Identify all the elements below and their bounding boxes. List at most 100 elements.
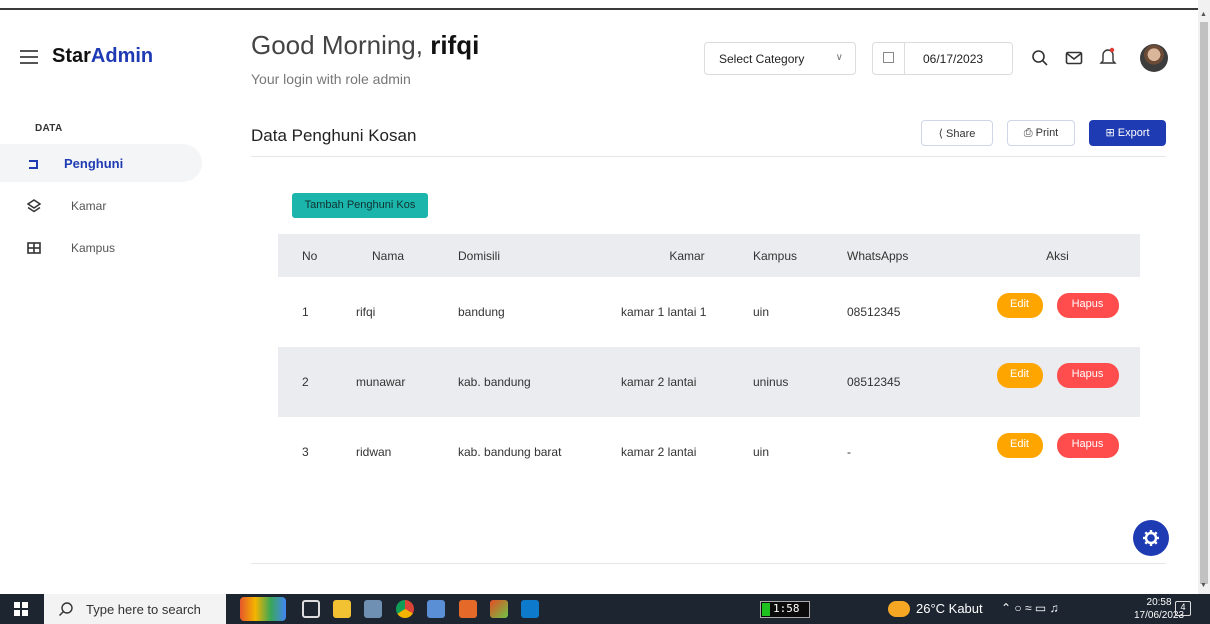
- col-header-nama: Nama: [356, 234, 458, 277]
- cell-aksi: Edit Hapus: [975, 347, 1140, 417]
- gear-icon: [1143, 530, 1159, 546]
- cell-aksi: Edit Hapus: [975, 417, 1140, 487]
- weather-icon: [888, 601, 910, 617]
- sidebar-section-title: DATA: [35, 123, 63, 134]
- chrome-icon[interactable]: [396, 600, 414, 618]
- user-avatar[interactable]: [1140, 44, 1168, 72]
- brand-logo[interactable]: StarAdmin: [52, 45, 153, 68]
- search-icon[interactable]: [1031, 49, 1049, 67]
- cell-whatsapp: 08512345: [847, 305, 901, 319]
- cell-domisili: bandung: [458, 305, 505, 319]
- export-label: Export: [1117, 127, 1150, 139]
- vscode-icon[interactable]: [521, 600, 539, 618]
- tray-icons[interactable]: ⌃ ○ ≈ ▭ ♫: [1001, 601, 1059, 615]
- export-icon: ⊞: [1105, 127, 1115, 139]
- sidebar-item-kamar[interactable]: Kamar: [0, 187, 202, 225]
- export-button[interactable]: ⊞ Export: [1089, 120, 1166, 146]
- print-button[interactable]: ⎙ Print: [1007, 120, 1075, 146]
- notification-center[interactable]: 4: [1175, 601, 1191, 616]
- cell-kamar: kamar 1 lantai 1: [621, 305, 707, 319]
- table-header-row: No Nama Domisili Kamar Kampus WhatsApps …: [278, 234, 1140, 277]
- cell-kampus: uninus: [753, 347, 847, 417]
- file-explorer-icon[interactable]: [333, 600, 351, 618]
- brand-part2: Admin: [90, 45, 154, 67]
- settings-fab[interactable]: [1133, 520, 1169, 556]
- cell-no: 1: [302, 305, 309, 319]
- share-label: Share: [946, 128, 976, 140]
- battery-indicator: 1:58: [760, 601, 810, 618]
- share-button[interactable]: ⟨ Share: [921, 120, 993, 146]
- delete-button[interactable]: Hapus: [1056, 433, 1119, 458]
- date-picker[interactable]: 06/17/2023: [872, 42, 1013, 75]
- cell-domisili: kab. bandung barat: [458, 445, 562, 459]
- page-title: Data Penghuni Kosan: [251, 126, 417, 145]
- greeting-text: Good Morning,: [251, 30, 423, 60]
- cell-no: 3: [302, 445, 309, 459]
- edit-button[interactable]: Edit: [996, 363, 1043, 388]
- col-header-kampus: Kampus: [753, 234, 847, 277]
- taskbar-search[interactable]: Type here to search: [44, 594, 226, 624]
- windows-taskbar: Type here to search 1:58 26°C Kabut ⌃ ○ …: [0, 594, 1210, 624]
- layers-icon: [26, 199, 42, 213]
- col-header-whatsapps: WhatsApps: [847, 234, 975, 277]
- cell-domisili: kab. bandung: [458, 347, 621, 417]
- search-icon: [59, 602, 73, 616]
- xampp-icon[interactable]: [459, 600, 477, 618]
- app-icon[interactable]: [427, 600, 445, 618]
- cell-aksi: Edit Hapus: [975, 277, 1140, 347]
- battery-time: 1:58: [773, 602, 800, 615]
- git-icon[interactable]: [490, 600, 508, 618]
- scroll-up-arrow-icon[interactable]: ▲: [1200, 11, 1207, 18]
- scrollbar-thumb[interactable]: [1200, 22, 1208, 584]
- calendar-icon: [873, 43, 905, 74]
- cell-kamar: kamar 2 lantai: [621, 347, 753, 417]
- sidebar-item-label: Kampus: [71, 241, 116, 255]
- brand-part1: Star: [52, 45, 91, 67]
- divider: [251, 156, 1166, 157]
- sidebar-item-penghuni[interactable]: Penghuni: [0, 144, 202, 182]
- date-value: 06/17/2023: [923, 52, 984, 66]
- table-row: 2 munawar kab. bandung kamar 2 lantai un…: [278, 347, 1140, 417]
- cell-kamar: kamar 2 lantai: [621, 445, 697, 459]
- user-icon: [29, 160, 38, 169]
- col-header-no: No: [278, 234, 356, 277]
- app-icon[interactable]: [364, 600, 382, 618]
- taskbar-search-placeholder: Type here to search: [86, 602, 201, 617]
- print-label: Print: [1035, 127, 1059, 139]
- hamburger-menu-icon[interactable]: [20, 50, 38, 64]
- window-top-border: [0, 0, 1198, 10]
- divider: [251, 563, 1166, 564]
- scroll-down-arrow-icon[interactable]: ▼: [1200, 582, 1207, 589]
- cell-whatsapp: -: [847, 445, 851, 459]
- bell-icon[interactable]: [1099, 46, 1117, 67]
- cell-nama: rifqi: [356, 305, 376, 319]
- task-view-icon[interactable]: [302, 600, 320, 618]
- weather-text[interactable]: 26°C Kabut: [916, 601, 983, 616]
- col-header-aksi: Aksi: [975, 234, 1140, 277]
- edit-button[interactable]: Edit: [996, 293, 1043, 318]
- cell-kampus: uin: [753, 445, 770, 459]
- notification-count: 4: [1180, 602, 1186, 612]
- greeting-username: rifqi: [430, 30, 480, 60]
- category-select[interactable]: Select Category ∨: [704, 42, 856, 75]
- category-select-value: Select Category: [719, 52, 805, 66]
- delete-button[interactable]: Hapus: [1056, 293, 1119, 318]
- printer-icon: ⎙: [1023, 127, 1033, 139]
- cell-nama: munawar: [356, 347, 458, 417]
- sidebar-item-kampus[interactable]: Kampus: [0, 229, 202, 267]
- delete-button[interactable]: Hapus: [1056, 363, 1119, 388]
- edit-button[interactable]: Edit: [996, 433, 1043, 458]
- col-header-domisili: Domisili: [458, 234, 621, 277]
- chevron-down-icon: ∨: [835, 52, 843, 63]
- news-widget-icon[interactable]: [240, 597, 286, 621]
- sidebar-item-label: Penghuni: [64, 156, 124, 171]
- add-resident-button[interactable]: Tambah Penghuni Kos: [292, 193, 428, 218]
- residents-table: No Nama Domisili Kamar Kampus WhatsApps …: [278, 234, 1140, 487]
- table-row: 1 rifqi bandung kamar 1 lantai 1 uin 085…: [278, 277, 1140, 347]
- share-icon: ⟨: [938, 128, 943, 140]
- greeting: Good Morning, rifqi: [251, 30, 479, 61]
- windows-start-icon[interactable]: [14, 602, 28, 616]
- greeting-subtitle: Your login with role admin: [251, 71, 411, 87]
- cell-no: 2: [278, 347, 356, 417]
- mail-icon[interactable]: [1065, 49, 1083, 67]
